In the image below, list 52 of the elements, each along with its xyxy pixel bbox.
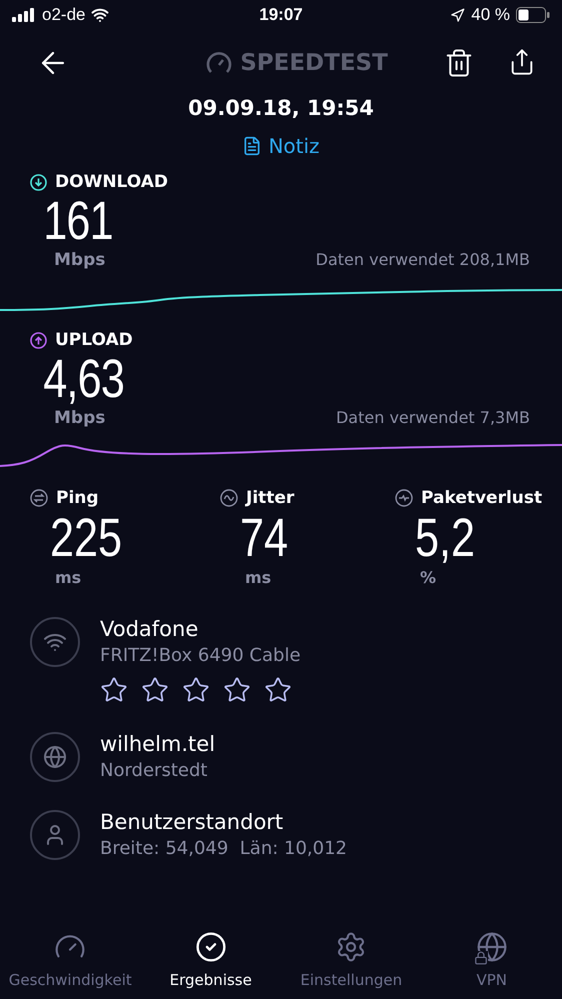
metric-value: 74 [239,508,290,568]
note-link[interactable]: Notiz [242,134,320,158]
info-title: wilhelm.tel [100,732,216,756]
check-circle-icon [194,931,227,963]
info-subtitle: Norderstedt [100,760,208,781]
info-title: Vodafone [100,617,200,641]
metric-unit: % [419,568,438,587]
tab-item[interactable]: Ergebnisse [140,931,281,999]
tab-item[interactable]: Geschwindigkeit [0,931,140,999]
speed-unit: Mbps [54,408,106,428]
battery-icon [516,7,550,23]
metric-value: 5,2 [414,508,476,568]
wave-icon [220,489,238,507]
clock-time: 19:07 [259,5,303,25]
metric-label: Jitter [246,488,294,508]
lock-icon [474,951,488,965]
info-title: Benutzerstandort [100,810,284,834]
pulse-icon [395,489,413,507]
signal-icon [12,8,36,22]
metric-unit: ms [54,568,82,587]
tab-item[interactable]: VPN [422,931,562,999]
speed-value: 4,63 [42,350,126,408]
tab-item[interactable]: Einstellungen [281,931,422,999]
globe-icon [43,745,67,769]
test-date: 09.09.18, 19:54 [188,96,374,120]
star-icon [264,676,292,704]
metric-value: 225 [49,508,124,568]
star-icon [141,676,169,704]
data-used: Daten verwendet 208,1MB [316,250,530,269]
test-label: DOWNLOAD [55,172,168,192]
speed-unit: Mbps [54,250,106,270]
metric-label: Ping [56,488,99,508]
star-icon [223,676,251,704]
star-icon [100,676,128,704]
location-arrow-icon [450,8,466,22]
metric-label: Paketverlust [421,488,542,508]
test-label: UPLOAD [55,330,133,350]
battery-percent: 40 % [471,5,510,25]
metric-unit: ms [244,568,272,587]
trash-icon [444,48,474,78]
data-used: Daten verwendet 7,3MB [336,408,530,427]
globe-lock-icon [476,931,508,963]
speedtest-logo: SPEEDTEST [240,50,388,76]
wifi-icon [91,6,110,24]
speed-value: 161 [42,192,114,250]
gauge-logo-icon [206,51,232,75]
info-subtitle: Breite: 54,049 Län: 10,012 [100,838,348,859]
note-icon [242,136,262,156]
star-icon [182,676,210,704]
arrows-icon [30,489,48,507]
info-subtitle: FRITZ!Box 6490 Cable [100,645,301,666]
carrier-name: o2-de [42,5,86,25]
